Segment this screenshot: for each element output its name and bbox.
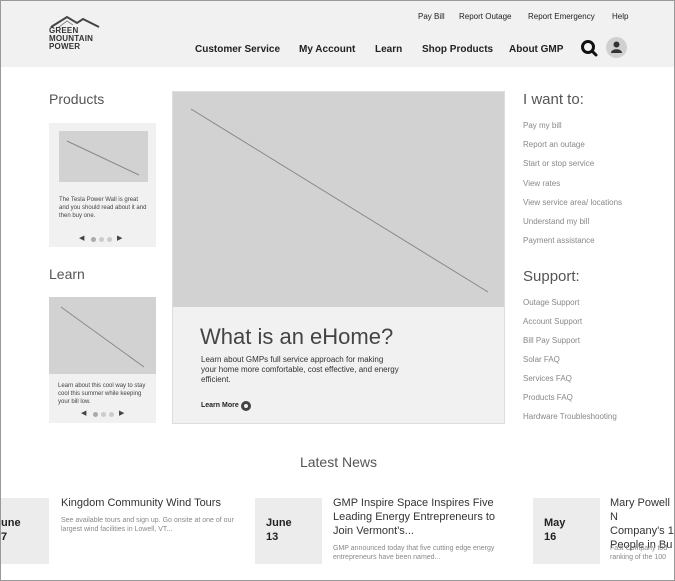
news-headline[interactable]: Kingdom Community Wind Tours	[61, 496, 246, 510]
carousel-dot[interactable]	[107, 237, 112, 242]
learn-carousel-controls: ◀ ▶	[81, 410, 131, 418]
link-bill-pay-support[interactable]: Bill Pay Support	[523, 336, 580, 345]
i-want-to-title: I want to:	[523, 91, 584, 108]
user-icon	[611, 41, 622, 53]
nav-learn[interactable]: Learn	[375, 44, 402, 55]
products-carousel-controls: ◀ ▶	[79, 235, 129, 243]
link-understand-bill[interactable]: Understand my bill	[523, 217, 589, 226]
learn-title: Learn	[49, 266, 85, 282]
page: GREEN MOUNTAIN POWER Pay Bill Report Out…	[0, 0, 675, 581]
carousel-dot[interactable]	[109, 412, 114, 417]
site-header: GREEN MOUNTAIN POWER Pay Bill Report Out…	[1, 1, 674, 67]
news-summary: Fast Company tod ranking of the 100	[610, 545, 668, 561]
nav-customer-service[interactable]: Customer Service	[195, 44, 280, 55]
news-date-box: une 7	[1, 498, 49, 564]
carousel-prev-icon[interactable]: ◀	[79, 235, 84, 243]
news-headline[interactable]: GMP Inspire Space Inspires Five Leading …	[333, 496, 511, 538]
utility-nav: Pay Bill Report Outage Report Emergency …	[1, 12, 674, 24]
news-date-box: May 16	[533, 498, 600, 564]
learn-image-placeholder	[49, 297, 156, 374]
link-report-outage[interactable]: Report an outage	[523, 140, 585, 149]
link-account-support[interactable]: Account Support	[523, 317, 582, 326]
hero-title: What is an eHome?	[200, 324, 394, 349]
carousel-prev-icon[interactable]: ◀	[81, 410, 86, 418]
link-services-faq[interactable]: Services FAQ	[523, 374, 572, 383]
utility-pay-bill[interactable]: Pay Bill	[418, 12, 445, 21]
utility-help[interactable]: Help	[612, 12, 628, 21]
search-icon	[581, 40, 598, 57]
link-products-faq[interactable]: Products FAQ	[523, 393, 573, 402]
search-button[interactable]	[580, 39, 598, 57]
support-title: Support:	[523, 268, 580, 285]
arrow-circle-icon[interactable]	[241, 401, 251, 411]
news-date: une 7	[1, 517, 21, 543]
link-pay-my-bill[interactable]: Pay my bill	[523, 121, 562, 130]
carousel-dot[interactable]	[99, 237, 104, 242]
link-start-stop-service[interactable]: Start or stop service	[523, 159, 594, 168]
link-outage-support[interactable]: Outage Support	[523, 298, 579, 307]
user-account-button[interactable]	[606, 37, 627, 58]
main-nav: Customer Service My Account Learn Shop P…	[1, 44, 674, 56]
link-payment-assistance[interactable]: Payment assistance	[523, 236, 595, 245]
hero-description: Learn about GMPs full service approach f…	[201, 355, 399, 384]
nav-shop-products[interactable]: Shop Products	[422, 44, 493, 55]
hero-image-placeholder	[173, 92, 504, 307]
latest-news-title: Latest News	[299, 454, 378, 470]
products-title: Products	[49, 91, 105, 107]
news-summary: GMP announced today that five cutting ed…	[333, 545, 495, 561]
carousel-dot[interactable]	[91, 237, 96, 242]
link-hardware-troubleshooting[interactable]: Hardware Troubleshooting	[523, 412, 617, 421]
news-date: June 13	[266, 517, 292, 543]
carousel-next-icon[interactable]: ▶	[119, 410, 124, 418]
news-date: May 16	[544, 517, 566, 543]
link-service-area[interactable]: View service area/ locations	[523, 198, 622, 207]
hero-learn-more-link[interactable]: Learn More	[201, 402, 239, 409]
products-card[interactable]: The Tesla Power Wall is great and you sh…	[49, 123, 156, 247]
nav-my-account[interactable]: My Account	[299, 44, 355, 55]
link-view-rates[interactable]: View rates	[523, 179, 560, 188]
products-card-text: The Tesla Power Wall is great and you sh…	[59, 197, 147, 219]
link-solar-faq[interactable]: Solar FAQ	[523, 355, 560, 364]
carousel-dot[interactable]	[93, 412, 98, 417]
news-date-box: June 13	[255, 498, 322, 564]
hero-feature: What is an eHome? Learn about GMPs full …	[172, 91, 505, 424]
utility-report-emergency[interactable]: Report Emergency	[528, 12, 595, 21]
carousel-next-icon[interactable]: ▶	[117, 235, 122, 243]
nav-about-gmp[interactable]: About GMP	[509, 44, 563, 55]
news-summary: See available tours and sign up. Go onsi…	[61, 517, 234, 533]
carousel-dot[interactable]	[101, 412, 106, 417]
learn-card-text: Learn about this cool way to stay cool t…	[58, 383, 146, 405]
utility-report-outage[interactable]: Report Outage	[459, 12, 511, 21]
products-image-placeholder	[59, 131, 148, 182]
learn-card[interactable]: Learn about this cool way to stay cool t…	[49, 297, 156, 423]
